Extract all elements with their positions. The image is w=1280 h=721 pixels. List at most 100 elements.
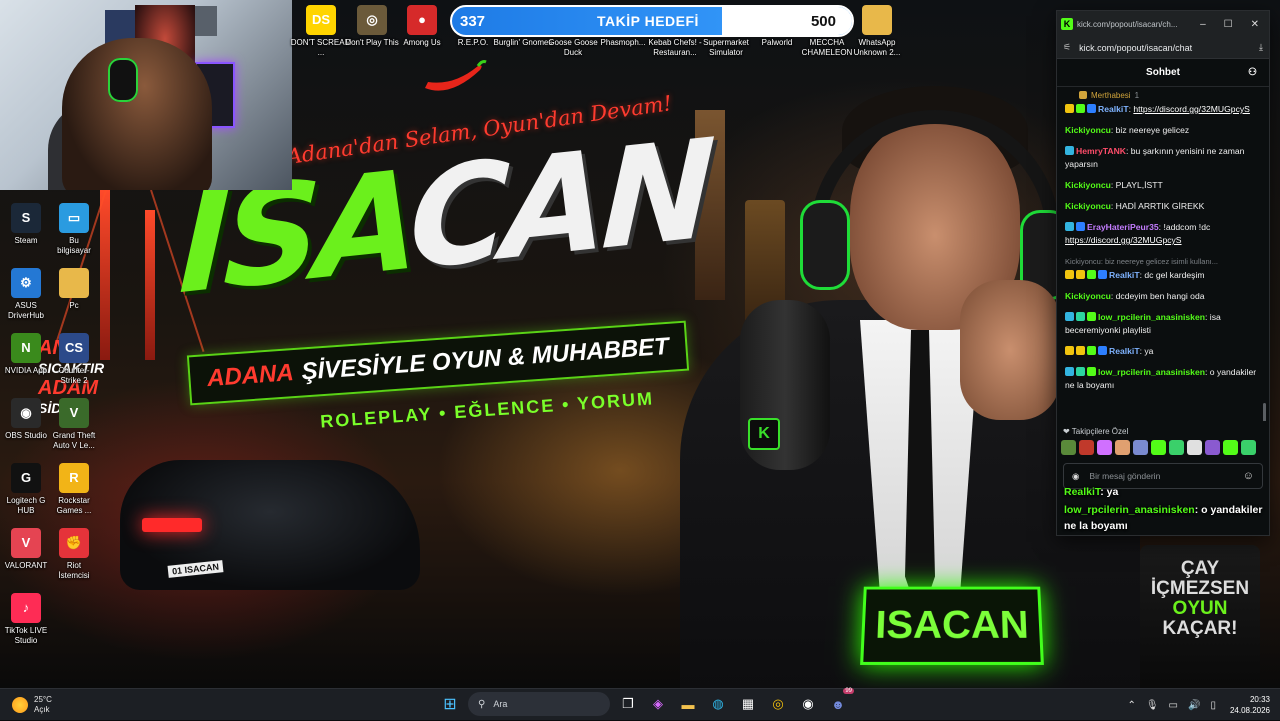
chat-message[interactable]: ErayHateriPeur35: !addcom !dc https://di… (1065, 221, 1261, 247)
desktop-icon[interactable]: S Steam (4, 203, 48, 246)
chat-badge-icon (1065, 104, 1074, 113)
pinned-message[interactable]: Merthabesi 1 (1057, 87, 1269, 103)
desktop-icon[interactable]: ◉ OBS Studio (4, 398, 48, 441)
emote-icon[interactable] (1115, 440, 1130, 455)
edge-icon[interactable]: ◍ (706, 692, 730, 716)
taskbar-search[interactable]: ⚲ Ara (468, 692, 610, 716)
chat-text: ya (1144, 346, 1154, 356)
obs-icon: ◉ (11, 398, 41, 428)
steam-icon: S (11, 203, 41, 233)
chat-users-icon[interactable]: ⚇ (1248, 67, 1257, 78)
battery-icon[interactable]: ▯ (1210, 700, 1216, 711)
desktop-icon[interactable]: CS Counter-Strike 2 (52, 333, 96, 386)
obs-taskbar-icon[interactable]: ◉ (796, 692, 820, 716)
emote-icon[interactable] (1133, 440, 1148, 455)
car-plate: 01 ISACAN (167, 560, 224, 578)
microphone-tray-icon[interactable]: 🎙 (1146, 700, 1159, 711)
window-titlebar[interactable]: K kick.com/popout/isacan/ch... – ☐ ✕ (1057, 11, 1269, 37)
chat-username[interactable]: RealkiT (1098, 104, 1129, 114)
network-icon[interactable]: ▭ (1169, 700, 1178, 711)
close-icon[interactable]: ✕ (1251, 19, 1259, 30)
minimize-icon[interactable]: – (1200, 19, 1206, 30)
pinned-label: Merthabesi (1091, 90, 1131, 100)
chat-username[interactable]: Kickiyoncu (1065, 201, 1111, 211)
chat-scrollbar[interactable] (1263, 403, 1266, 421)
weather-widget[interactable]: 25°C Açık (0, 695, 120, 715)
chat-username[interactable]: ErayHateriPeur35 (1087, 222, 1159, 232)
desktop-icon[interactable]: R Rockstar Games ... (52, 463, 96, 516)
desktop-icon[interactable]: V Grand Theft Auto V Le... (52, 398, 96, 451)
desktop-icon[interactable]: WhatsApp Unknown 2... (844, 5, 910, 58)
chat-username[interactable]: Kickiyoncu (1065, 125, 1111, 135)
chat-username[interactable]: low_rpcilerin_anasinisken (1098, 367, 1205, 377)
start-icon[interactable]: ⊞ (438, 692, 462, 716)
chat-username[interactable]: RealkiT (1109, 270, 1140, 280)
chat-badge-icon (1098, 270, 1107, 279)
chat-message[interactable]: Kickiyoncu: biz neereye gelicez (1065, 124, 1261, 137)
clock[interactable]: 20:33 24.08.2026 (1230, 694, 1270, 716)
emote-icon[interactable] (1223, 440, 1238, 455)
chat-link[interactable]: https://discord.gg/32MUGpcyS (1133, 104, 1250, 114)
chat-link[interactable]: https://discord.gg/32MUGpcyS (1065, 235, 1182, 245)
emote-icon[interactable] (1151, 440, 1166, 455)
chat-message[interactable]: RealkiT: ya (1065, 345, 1261, 358)
chat-message[interactable]: low_rpcilerin_anasinisken: o yandakiler … (1065, 366, 1261, 392)
desktop-icon-label: NVIDIA App (4, 366, 48, 375)
emote-icon[interactable] (1061, 440, 1076, 455)
site-settings-icon[interactable]: ⚟ (1063, 42, 1071, 53)
maximize-icon[interactable]: ☐ (1224, 19, 1233, 30)
desktop-icon[interactable]: ⚙ ASUS DriverHub (4, 268, 48, 321)
emote-icon[interactable] (1079, 440, 1094, 455)
desktop-icon[interactable]: G Logitech G HUB (4, 463, 48, 516)
store-icon[interactable]: ▦ (736, 692, 760, 716)
m365-icon[interactable]: ◈ (646, 692, 670, 716)
desktop-icon[interactable]: ▭ Bu bilgisayar (52, 203, 96, 256)
chat-badge-icon (1076, 222, 1085, 231)
desktop-icon[interactable]: N NVIDIA App (4, 333, 48, 376)
emote-icon[interactable] (1241, 440, 1256, 455)
desktop-icon[interactable]: V VALORANT (4, 528, 48, 571)
folder-icon (862, 5, 892, 35)
chat-username[interactable]: Kickiyoncu (1065, 291, 1111, 301)
download-icon[interactable]: ⤓ (1259, 42, 1263, 53)
chat-text: biz neereye gelicez (1115, 125, 1190, 135)
emoji-icon[interactable]: ☺ (1243, 470, 1254, 482)
chat-message[interactable]: low_rpcilerin_anasinisken: isa beceremiy… (1065, 311, 1261, 337)
volume-icon[interactable]: 🔊 (1188, 700, 1200, 711)
overlay-user: RealkiT (1064, 486, 1101, 498)
emote-icon[interactable] (1169, 440, 1184, 455)
discord-icon[interactable]: ☻ 99 (826, 688, 854, 716)
file-explorer-icon[interactable]: ▬ (676, 692, 700, 716)
chat-message[interactable]: RealkiT: https://discord.gg/32MUGpcyS (1065, 103, 1261, 116)
chat-username[interactable]: low_rpcilerin_anasinisken (1098, 312, 1205, 322)
chat-message[interactable]: Kickiyoncu: dcdeyim ben hangi oda (1065, 290, 1261, 303)
input-mode-icon[interactable]: ◉ (1072, 471, 1079, 482)
chat-badge-icon (1076, 104, 1085, 113)
chat-badge-icon (1076, 346, 1085, 355)
chat-messages: RealkiT: https://discord.gg/32MUGpcyS Kic… (1057, 103, 1269, 421)
bridge-illustration (52, 189, 205, 360)
emote-icon[interactable] (1097, 440, 1112, 455)
tiktok-icon: ♪ (11, 593, 41, 623)
desktop-icon[interactable]: ♪ TikTok LIVE Studio (4, 593, 48, 646)
chat-message[interactable]: HemryTANK: bu şarkının yenisini ne zaman… (1065, 145, 1261, 171)
desktop-icon[interactable]: ✊ Riot İstemcisi (52, 528, 96, 581)
address-bar[interactable]: ⚟ kick.com/popout/isacan/chat ⤓ (1057, 37, 1269, 59)
desktop-icon[interactable]: Pc (52, 268, 96, 311)
chat-message[interactable]: RealkiT: dc gel kardeşim (1065, 269, 1261, 282)
emote-icon[interactable] (1187, 440, 1202, 455)
chat-message[interactable]: Kickiyoncu: HADİ ARRTIK GİREKK (1065, 200, 1261, 213)
temperature: 25°C (34, 694, 52, 704)
desktop-icon-label: OBS Studio (5, 431, 47, 440)
chevron-up-icon[interactable]: ⌃ (1127, 700, 1135, 711)
asus-icon: ⚙ (11, 268, 41, 298)
taskbar-apps: ⊞ ⚲ Ara ❐ ◈ ▬ ◍ ▦ ◎ ◉ ☻ 99 (438, 688, 854, 716)
emote-icon[interactable] (1205, 440, 1220, 455)
chrome-icon[interactable]: ◎ (766, 692, 790, 716)
chat-username[interactable]: Kickiyoncu (1065, 180, 1111, 190)
chat-message[interactable]: Kickiyoncu: PLAYL,İSTT (1065, 179, 1261, 192)
chat-username[interactable]: RealkiT (1109, 346, 1140, 356)
chat-username[interactable]: HemryTANK (1076, 146, 1126, 156)
nvidia-icon: N (11, 333, 41, 363)
task-view-icon[interactable]: ❐ (616, 692, 640, 716)
